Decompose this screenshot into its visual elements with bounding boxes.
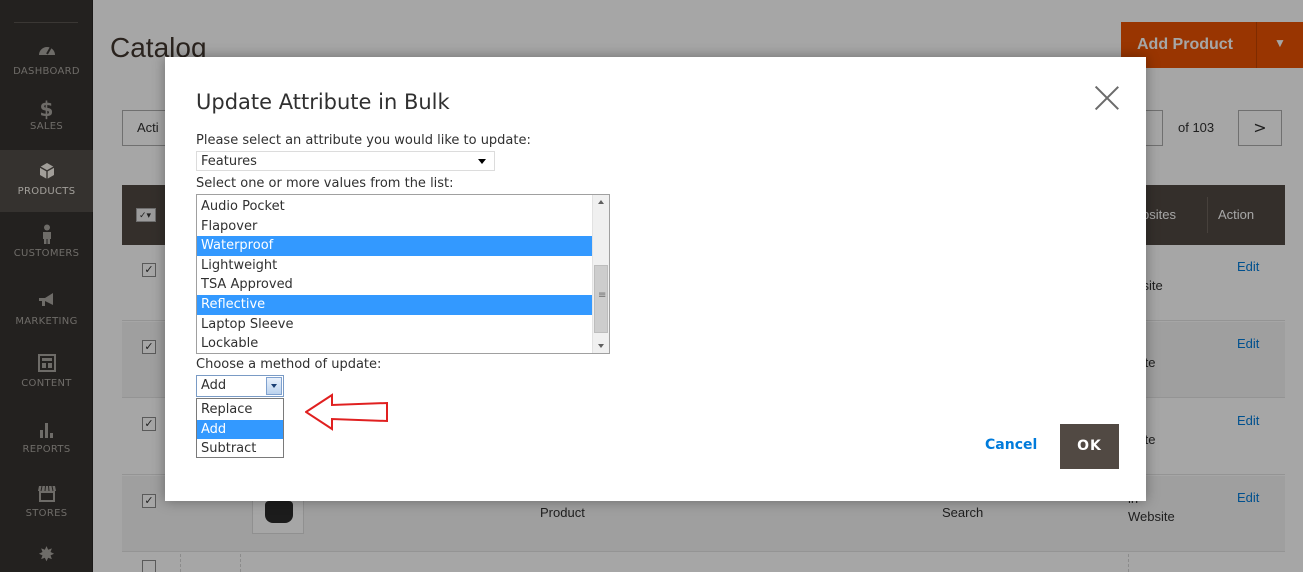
method-prompt: Choose a method of update: bbox=[196, 357, 382, 372]
method-dropdown-list: Replace Add Subtract bbox=[196, 398, 284, 458]
list-option-selected[interactable]: Waterproof bbox=[197, 236, 592, 256]
annotation-arrow-icon bbox=[305, 393, 388, 431]
chevron-down-icon[interactable] bbox=[266, 377, 282, 395]
close-icon[interactable] bbox=[1094, 85, 1120, 111]
ok-button[interactable]: OK bbox=[1060, 424, 1119, 469]
method-option-subtract[interactable]: Subtract bbox=[197, 439, 283, 459]
scroll-thumb[interactable] bbox=[594, 265, 608, 333]
listbox-scrollbar[interactable] bbox=[592, 195, 609, 353]
list-option[interactable]: Lightweight bbox=[197, 256, 592, 276]
update-attribute-modal: Update Attribute in Bulk Please select a… bbox=[165, 57, 1146, 501]
scroll-up-icon[interactable] bbox=[598, 200, 604, 204]
list-option[interactable]: Lockable bbox=[197, 334, 592, 353]
list-option[interactable]: TSA Approved bbox=[197, 275, 592, 295]
list-option[interactable]: Laptop Sleeve bbox=[197, 315, 592, 335]
scroll-down-icon[interactable] bbox=[598, 344, 604, 348]
attribute-select[interactable]: Features bbox=[196, 151, 495, 171]
method-select-value: Add bbox=[201, 378, 227, 393]
modal-title: Update Attribute in Bulk bbox=[196, 90, 450, 114]
method-select[interactable]: Add bbox=[196, 375, 284, 397]
chevron-down-icon bbox=[478, 159, 486, 164]
values-prompt: Select one or more values from the list: bbox=[196, 176, 454, 191]
attribute-prompt: Please select an attribute you would lik… bbox=[196, 133, 531, 148]
method-option-replace[interactable]: Replace bbox=[197, 400, 283, 420]
list-option[interactable]: Audio Pocket bbox=[197, 197, 592, 217]
cancel-button[interactable]: Cancel bbox=[985, 437, 1037, 453]
attribute-select-value: Features bbox=[201, 154, 257, 169]
method-option-add[interactable]: Add bbox=[197, 419, 283, 439]
list-option-selected[interactable]: Reflective bbox=[197, 295, 592, 315]
list-option[interactable]: Flapover bbox=[197, 217, 592, 237]
values-listbox[interactable]: Audio Pocket Flapover Waterproof Lightwe… bbox=[196, 194, 610, 354]
